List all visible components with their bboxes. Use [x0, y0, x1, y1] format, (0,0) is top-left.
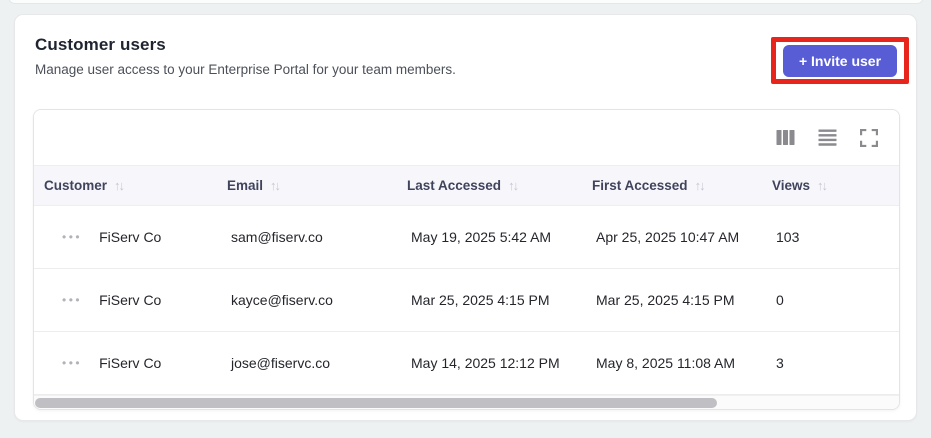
- email-cell: sam@fiserv.co: [231, 229, 323, 245]
- email-cell: kayce@fiserv.co: [231, 292, 333, 308]
- page-subtitle: Manage user access to your Enterprise Po…: [35, 62, 456, 77]
- column-header-first-accessed[interactable]: First Accessed ↑↓: [582, 178, 762, 193]
- first-accessed-cell: Mar 25, 2025 4:15 PM: [596, 292, 735, 308]
- customer-users-panel: Customer users Manage user access to you…: [14, 14, 917, 421]
- first-accessed-cell: Apr 25, 2025 10:47 AM: [596, 229, 740, 245]
- last-accessed-cell: May 19, 2025 5:42 AM: [411, 229, 552, 245]
- column-header-views[interactable]: Views ↑↓: [762, 178, 899, 193]
- email-cell: jose@fiservc.co: [231, 355, 331, 371]
- customer-cell: ••• FiServ Co: [34, 355, 217, 371]
- previous-card-bottom-edge: [8, 0, 924, 4]
- last-accessed-cell: May 14, 2025 12:12 PM: [411, 355, 560, 371]
- table-header-row: Customer ↑↓ Email ↑↓ Last Accessed ↑↓ Fi…: [34, 165, 899, 206]
- sort-icon[interactable]: ↑↓: [114, 178, 125, 193]
- sort-icon[interactable]: ↑↓: [695, 178, 706, 193]
- row-actions-icon[interactable]: •••: [62, 294, 82, 306]
- page-title: Customer users: [35, 35, 166, 54]
- horizontal-scrollbar-track[interactable]: [34, 395, 899, 409]
- row-actions-icon[interactable]: •••: [62, 231, 82, 243]
- density-icon[interactable]: [818, 129, 837, 146]
- users-table-card: Customer ↑↓ Email ↑↓ Last Accessed ↑↓ Fi…: [33, 109, 900, 410]
- column-header-last-accessed[interactable]: Last Accessed ↑↓: [397, 178, 582, 193]
- views-cell: 103: [776, 229, 800, 245]
- customer-name: FiServ Co: [99, 292, 162, 308]
- views-cell: 3: [776, 355, 784, 371]
- table-row: ••• FiServ Co sam@fiserv.co May 19, 2025…: [34, 206, 899, 269]
- table-row: ••• FiServ Co kayce@fiserv.co Mar 25, 20…: [34, 269, 899, 332]
- horizontal-scrollbar-thumb[interactable]: [35, 398, 717, 408]
- customer-cell: ••• FiServ Co: [34, 229, 217, 245]
- column-header-customer[interactable]: Customer ↑↓: [34, 178, 217, 193]
- fullscreen-icon[interactable]: [860, 128, 878, 147]
- invite-user-highlight-outline: + Invite user: [771, 37, 909, 84]
- panel-header: Customer users Manage user access to you…: [35, 35, 896, 77]
- last-accessed-cell: Mar 25, 2025 4:15 PM: [411, 292, 550, 308]
- sort-icon[interactable]: ↑↓: [508, 178, 519, 193]
- invite-user-button[interactable]: + Invite user: [782, 44, 898, 77]
- customer-name: FiServ Co: [99, 229, 162, 245]
- customer-cell: ••• FiServ Co: [34, 292, 217, 308]
- columns-icon[interactable]: [776, 129, 795, 146]
- table-toolbar: [34, 110, 899, 165]
- views-cell: 0: [776, 292, 784, 308]
- row-actions-icon[interactable]: •••: [62, 357, 82, 369]
- table-row: ••• FiServ Co jose@fiservc.co May 14, 20…: [34, 332, 899, 395]
- sort-icon[interactable]: ↑↓: [817, 178, 828, 193]
- sort-icon[interactable]: ↑↓: [270, 178, 281, 193]
- customer-name: FiServ Co: [99, 355, 162, 371]
- column-header-email[interactable]: Email ↑↓: [217, 178, 397, 193]
- first-accessed-cell: May 8, 2025 11:08 AM: [596, 355, 736, 371]
